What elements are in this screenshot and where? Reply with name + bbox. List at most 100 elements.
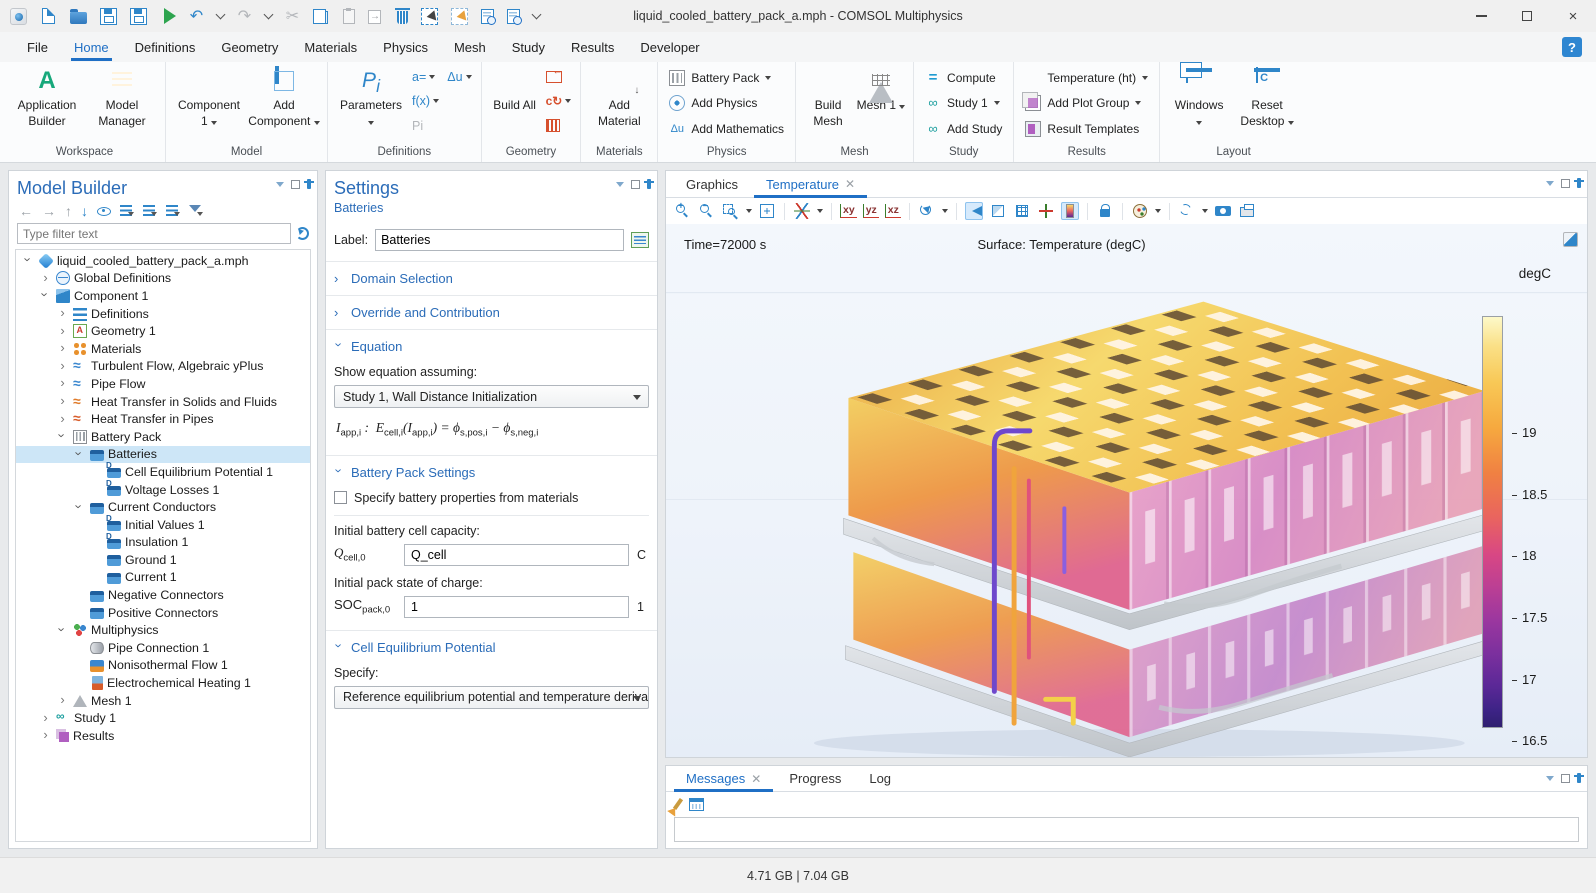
equation-study-select[interactable]: Study 1, Wall Distance Initialization bbox=[334, 385, 649, 408]
tree-item-results[interactable]: Results bbox=[16, 727, 310, 745]
messages-output[interactable] bbox=[674, 817, 1579, 842]
help-button[interactable]: ? bbox=[1562, 37, 1582, 57]
lock-icon[interactable] bbox=[1096, 202, 1114, 220]
tree-item-geometry-1[interactable]: Geometry 1 bbox=[16, 322, 310, 340]
undo-dropdown-icon[interactable] bbox=[216, 10, 226, 20]
show-grid-icon[interactable] bbox=[1013, 202, 1031, 220]
open-table-window-icon[interactable] bbox=[689, 798, 704, 811]
open-file-icon[interactable] bbox=[70, 12, 87, 24]
result-templates-button[interactable]: Result Templates bbox=[1021, 120, 1152, 138]
menu-geometry[interactable]: Geometry bbox=[208, 32, 291, 62]
section-override-contribution[interactable]: ›Override and Contribution bbox=[326, 296, 657, 329]
tree-filter-input[interactable] bbox=[17, 223, 291, 244]
study-1-button[interactable]: ∞Study 1 bbox=[921, 94, 1006, 112]
tab-temperature[interactable]: Temperature✕ bbox=[752, 171, 869, 198]
virtual-operations-button[interactable] bbox=[544, 118, 574, 133]
menu-developer[interactable]: Developer bbox=[627, 32, 712, 62]
windows-button[interactable]: Windows bbox=[1167, 63, 1231, 144]
tree-item-battery-pack[interactable]: Battery Pack bbox=[16, 428, 310, 446]
tree-item-insulation-1[interactable]: Insulation 1 bbox=[16, 534, 310, 552]
reset-desktop-button[interactable]: Reset Desktop bbox=[1234, 63, 1300, 144]
panel-maximize-icon[interactable] bbox=[1561, 774, 1570, 783]
save-as-icon[interactable] bbox=[130, 8, 147, 25]
update-plot-icon[interactable] bbox=[1178, 202, 1196, 220]
zoom-extents-icon[interactable] bbox=[758, 202, 776, 220]
close-button[interactable]: × bbox=[1550, 0, 1596, 32]
zoom-out-icon[interactable] bbox=[698, 202, 716, 220]
label-input[interactable] bbox=[375, 229, 624, 251]
close-tab-icon[interactable]: ✕ bbox=[751, 772, 761, 786]
scene-light-icon[interactable] bbox=[965, 202, 983, 220]
tree-item-materials[interactable]: Materials bbox=[16, 340, 310, 358]
panel-pin-icon[interactable] bbox=[307, 179, 311, 189]
find-icon[interactable] bbox=[481, 9, 494, 24]
clear-messages-icon[interactable] bbox=[673, 798, 683, 810]
section-domain-selection[interactable]: ›Domain Selection bbox=[326, 262, 657, 295]
menu-results[interactable]: Results bbox=[558, 32, 627, 62]
refresh-icon[interactable] bbox=[296, 227, 309, 240]
tree-item-batteries[interactable]: Batteries bbox=[16, 446, 310, 464]
tree-item-multiphysics[interactable]: Multiphysics bbox=[16, 621, 310, 639]
mesh-1-button[interactable]: Mesh 1 bbox=[856, 63, 906, 144]
tree-item-positive-connectors[interactable]: Positive Connectors bbox=[16, 604, 310, 622]
toolbar-overflow-icon[interactable] bbox=[532, 10, 542, 20]
nonlocal-couplings-button[interactable]: Δu bbox=[445, 69, 473, 85]
build-mesh-button[interactable]: Build Mesh bbox=[803, 63, 853, 144]
tree-item-initial-values-1[interactable]: Initial Values 1 bbox=[16, 516, 310, 534]
panel-pin-icon[interactable] bbox=[1577, 773, 1581, 783]
temperature-plot-button[interactable]: Temperature (ht) bbox=[1021, 69, 1152, 87]
component-1-button[interactable]: Component 1 bbox=[173, 63, 245, 144]
menu-mesh[interactable]: Mesh bbox=[441, 32, 499, 62]
cell-equilibrium-select[interactable]: Reference equilibrium potential and temp… bbox=[334, 686, 649, 709]
view-xz-icon[interactable]: xz bbox=[885, 204, 901, 218]
panel-menu-icon[interactable] bbox=[616, 182, 624, 187]
menu-study[interactable]: Study bbox=[499, 32, 558, 62]
view-xy-icon[interactable]: xy bbox=[840, 204, 857, 218]
add-mathematics-button[interactable]: ΔuAdd Mathematics bbox=[665, 120, 788, 138]
minimize-button[interactable] bbox=[1458, 0, 1504, 32]
variables-button[interactable]: a= bbox=[410, 69, 437, 85]
tree-item-turbulent-flow[interactable]: Turbulent Flow, Algebraic yPlus bbox=[16, 358, 310, 376]
tree-item-electrochemical-heating-1[interactable]: Electrochemical Heating 1 bbox=[16, 674, 310, 692]
zoom-box-icon[interactable] bbox=[722, 202, 740, 220]
build-all-button[interactable]: Build All bbox=[489, 63, 541, 144]
save-icon[interactable] bbox=[100, 8, 117, 25]
menu-file[interactable]: File bbox=[14, 32, 61, 62]
add-plot-group-button[interactable]: Add Plot Group bbox=[1021, 94, 1152, 112]
tree-item-cell-equilibrium-potential-1[interactable]: Cell Equilibrium Potential 1 bbox=[16, 463, 310, 481]
tree-item-nonisothermal-flow-1[interactable]: Nonisothermal Flow 1 bbox=[16, 657, 310, 675]
panel-pin-icon[interactable] bbox=[647, 179, 651, 189]
rotate-view-icon[interactable] bbox=[918, 202, 936, 220]
tree-item-pipe-connection-1[interactable]: Pipe Connection 1 bbox=[16, 639, 310, 657]
panel-maximize-icon[interactable] bbox=[631, 180, 640, 189]
tree-item-component-1[interactable]: Component 1 bbox=[16, 287, 310, 305]
new-file-icon[interactable] bbox=[42, 8, 55, 24]
tree-item-root[interactable]: liquid_cooled_battery_pack_a.mph bbox=[16, 252, 310, 270]
add-physics-button[interactable]: Add Physics bbox=[665, 94, 788, 112]
print-icon[interactable] bbox=[1238, 202, 1256, 220]
tree-item-pipe-flow[interactable]: Pipe Flow bbox=[16, 375, 310, 393]
plot-window-icon[interactable] bbox=[1563, 232, 1578, 247]
capacity-input[interactable] bbox=[404, 544, 629, 566]
import-geometry-button[interactable] bbox=[544, 70, 574, 84]
close-tab-icon[interactable]: ✕ bbox=[845, 177, 855, 191]
specify-properties-checkbox[interactable] bbox=[334, 491, 347, 504]
redo-dropdown-icon[interactable] bbox=[264, 10, 274, 20]
tree-item-global-definitions[interactable]: Global Definitions bbox=[16, 270, 310, 288]
tree-item-heat-transfer-pipes[interactable]: Heat Transfer in Pipes bbox=[16, 410, 310, 428]
menu-materials[interactable]: Materials bbox=[291, 32, 370, 62]
compute-button[interactable]: =Compute bbox=[921, 69, 1006, 87]
tree-item-mesh-1[interactable]: Mesh 1 bbox=[16, 692, 310, 710]
tab-progress[interactable]: Progress bbox=[775, 766, 855, 792]
menu-home[interactable]: Home bbox=[61, 32, 122, 62]
tree-item-study-1[interactable]: Study 1 bbox=[16, 709, 310, 727]
delete-icon[interactable] bbox=[397, 11, 408, 24]
panel-menu-icon[interactable] bbox=[1546, 776, 1554, 781]
tree-item-negative-connectors[interactable]: Negative Connectors bbox=[16, 586, 310, 604]
graphics-canvas[interactable]: Time=72000 s Surface: Temperature (degC)… bbox=[666, 224, 1587, 757]
panel-pin-icon[interactable] bbox=[1577, 178, 1581, 188]
transparency-icon[interactable] bbox=[989, 202, 1007, 220]
tree-item-ground-1[interactable]: Ground 1 bbox=[16, 551, 310, 569]
find-replace-icon[interactable] bbox=[507, 9, 520, 24]
parameters-button[interactable]: Pi Parameters bbox=[335, 63, 407, 144]
